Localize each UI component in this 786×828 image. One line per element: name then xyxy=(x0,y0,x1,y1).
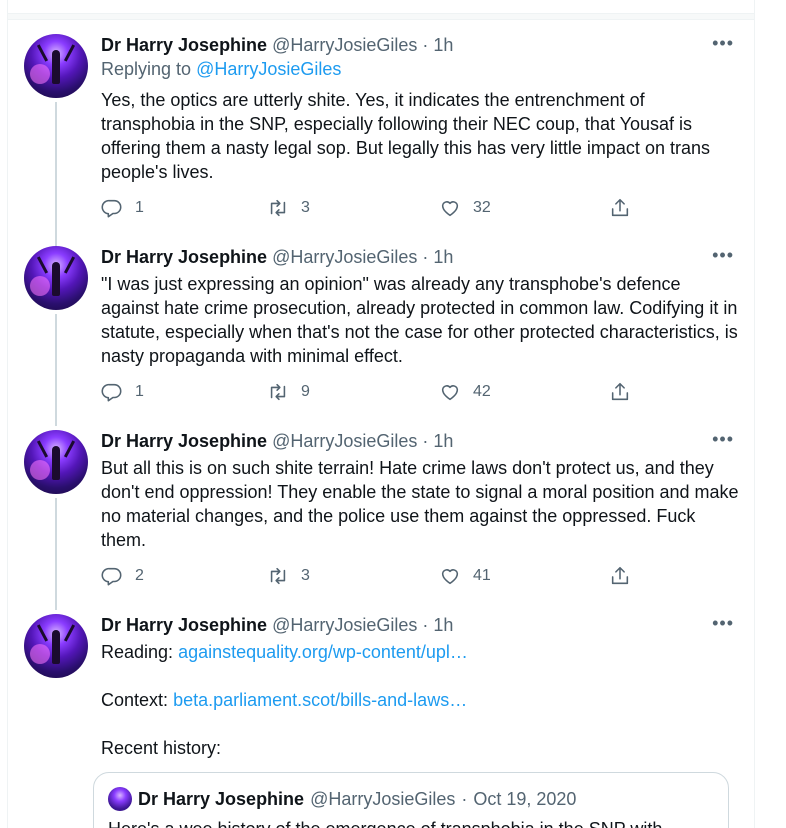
author-handle[interactable]: @HarryJosieGiles xyxy=(272,431,417,451)
retweet-button[interactable]: 9 xyxy=(267,380,310,404)
context-label: Context: xyxy=(101,690,169,710)
retweet-icon xyxy=(270,567,286,585)
more-icon[interactable]: ••• xyxy=(712,428,734,450)
replying-to-label: Replying to xyxy=(101,59,192,79)
reply-icon xyxy=(101,567,122,586)
thread-line xyxy=(55,102,57,254)
quoted-date: Oct 19, 2020 xyxy=(473,789,577,809)
thread-line xyxy=(55,498,57,610)
timestamp[interactable]: 1h xyxy=(433,35,453,55)
context-link[interactable]: beta.parliament.scot/bills-and-laws… xyxy=(173,690,467,710)
author-handle[interactable]: @HarryJosieGiles xyxy=(272,615,417,635)
like-button[interactable]: 41 xyxy=(439,564,491,588)
quoted-avatar xyxy=(108,787,132,811)
reply-icon xyxy=(101,199,122,218)
more-icon[interactable]: ••• xyxy=(712,612,734,634)
avatar[interactable] xyxy=(24,246,88,310)
heart-icon xyxy=(441,385,459,401)
retweet-button[interactable]: 3 xyxy=(267,196,310,220)
retweet-count: 3 xyxy=(301,567,310,584)
reply-button[interactable]: 1 xyxy=(101,196,144,220)
avatar[interactable] xyxy=(24,614,88,678)
tweet[interactable]: Dr Harry Josephine @HarryJosieGiles · 1h… xyxy=(8,32,754,254)
recent-history-label: Recent history: xyxy=(101,738,222,758)
context-line: Context: beta.parliament.scot/bills-and-… xyxy=(101,688,741,712)
timestamp[interactable]: 1h xyxy=(433,615,453,635)
like-button[interactable]: 32 xyxy=(439,196,491,220)
tweet-text: But all this is on such shite terrain! H… xyxy=(101,458,739,550)
thread-separator xyxy=(8,14,754,20)
share-icon xyxy=(611,198,629,217)
author-name[interactable]: Dr Harry Josephine xyxy=(101,247,267,267)
timestamp[interactable]: 1h xyxy=(433,431,453,451)
like-count: 42 xyxy=(473,383,491,400)
quoted-tweet-text: Here's a wee history of the emergence of… xyxy=(108,817,662,828)
retweet-button[interactable]: 3 xyxy=(267,564,310,588)
reading-label: Reading: xyxy=(101,642,174,662)
reply-count: 1 xyxy=(135,383,144,400)
share-button[interactable] xyxy=(609,564,631,588)
tweet[interactable]: Dr Harry Josephine @HarryJosieGiles · 1h… xyxy=(8,428,754,610)
author-handle[interactable]: @HarryJosieGiles xyxy=(272,247,417,267)
author-name[interactable]: Dr Harry Josephine xyxy=(101,35,267,55)
tweet-actions: 2 3 41 xyxy=(101,564,641,588)
like-count: 32 xyxy=(473,199,491,216)
more-icon[interactable]: ••• xyxy=(712,32,734,54)
tweet[interactable]: Dr Harry Josephine @HarryJosieGiles · 1h… xyxy=(8,244,754,426)
tweet-text: "I was just expressing an opinion" was a… xyxy=(101,274,738,366)
avatar[interactable] xyxy=(24,430,88,494)
author-name[interactable]: Dr Harry Josephine xyxy=(101,615,267,635)
retweet-icon xyxy=(270,383,286,401)
previous-tweet-edge xyxy=(8,0,754,14)
share-icon xyxy=(611,382,629,401)
share-button[interactable] xyxy=(609,380,631,404)
tweet-text: Yes, the optics are utterly shite. Yes, … xyxy=(101,90,710,182)
avatar[interactable] xyxy=(24,34,88,98)
quoted-tweet[interactable]: Dr Harry Josephine @HarryJosieGiles · Oc… xyxy=(93,772,729,828)
author-name[interactable]: Dr Harry Josephine xyxy=(101,431,267,451)
tweet-header: Dr Harry Josephine @HarryJosieGiles · 1h… xyxy=(101,428,738,452)
separator-dot: · xyxy=(422,247,429,267)
tweet-header: Dr Harry Josephine @HarryJosieGiles · 1h… xyxy=(101,32,738,56)
quoted-tweet-header: Dr Harry Josephine @HarryJosieGiles · Oc… xyxy=(108,787,576,811)
thread-line xyxy=(55,314,57,426)
separator-dot: · xyxy=(461,789,468,809)
tweet-header: Dr Harry Josephine @HarryJosieGiles · 1h… xyxy=(101,244,738,268)
heart-icon xyxy=(441,201,459,217)
tweet-actions: 1 9 42 xyxy=(101,380,641,404)
timeline: Dr Harry Josephine @HarryJosieGiles · 1h… xyxy=(7,0,755,828)
separator-dot: · xyxy=(422,615,429,635)
tweet-header: Dr Harry Josephine @HarryJosieGiles · 1h… xyxy=(101,612,738,636)
reply-count: 2 xyxy=(135,567,144,584)
heart-icon xyxy=(441,569,459,585)
separator-dot: · xyxy=(422,431,429,451)
replying-to-handle[interactable]: @HarryJosieGiles xyxy=(196,59,341,79)
reply-button[interactable]: 2 xyxy=(101,564,144,588)
share-icon xyxy=(611,566,629,585)
quoted-author-handle: @HarryJosieGiles xyxy=(310,789,456,809)
retweet-icon xyxy=(270,199,286,217)
like-count: 41 xyxy=(473,567,491,584)
reply-icon xyxy=(101,383,122,402)
like-button[interactable]: 42 xyxy=(439,380,491,404)
separator-dot: · xyxy=(422,35,429,55)
retweet-count: 3 xyxy=(301,199,310,216)
replying-to: Replying to @HarryJosieGiles xyxy=(101,58,341,80)
author-handle[interactable]: @HarryJosieGiles xyxy=(272,35,417,55)
reply-count: 1 xyxy=(135,199,144,216)
reply-button[interactable]: 1 xyxy=(101,380,144,404)
share-button[interactable] xyxy=(609,196,631,220)
retweet-count: 9 xyxy=(301,383,310,400)
quoted-author-name: Dr Harry Josephine xyxy=(138,789,305,809)
more-icon[interactable]: ••• xyxy=(712,244,734,266)
reading-line: Reading: againstequality.org/wp-content/… xyxy=(101,640,741,664)
timestamp[interactable]: 1h xyxy=(433,247,453,267)
reading-link[interactable]: againstequality.org/wp-content/upl… xyxy=(178,642,468,662)
tweet-actions: 1 3 32 xyxy=(101,196,641,220)
